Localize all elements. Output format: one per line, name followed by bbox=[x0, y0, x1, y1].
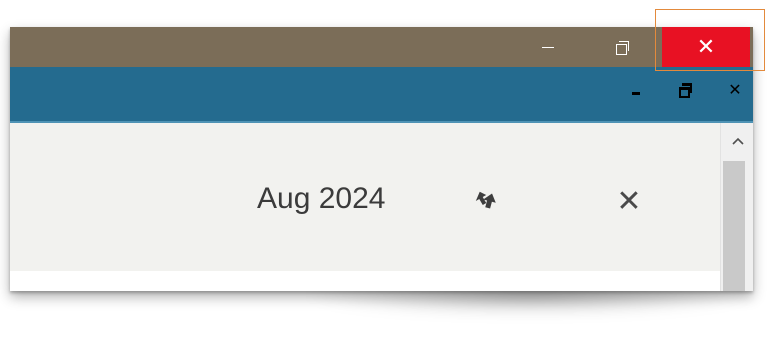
window-restore-button[interactable] bbox=[592, 27, 652, 67]
minimize-icon bbox=[542, 46, 554, 48]
application-window: ✕ ✕ Aug 2024 ✕ bbox=[10, 27, 753, 291]
window-minimize-button[interactable] bbox=[518, 27, 578, 67]
vertical-scrollbar[interactable] bbox=[720, 123, 753, 291]
restore-icon bbox=[615, 40, 629, 55]
scroll-up-button[interactable] bbox=[721, 123, 753, 159]
content-lower-area bbox=[10, 271, 720, 291]
document-minimize-button[interactable] bbox=[624, 79, 648, 99]
document-toolbar: ✕ bbox=[10, 67, 753, 123]
minimize-icon bbox=[632, 91, 640, 95]
document-restore-button[interactable] bbox=[673, 79, 697, 99]
date-label: Aug 2024 bbox=[257, 182, 386, 215]
screenshot-stage: ✕ ✕ Aug 2024 ✕ bbox=[0, 0, 768, 339]
scrollbar-thumb[interactable] bbox=[723, 161, 745, 291]
content-panel: Aug 2024 ✕ bbox=[10, 123, 720, 271]
refresh-arrows-icon[interactable] bbox=[467, 185, 503, 215]
chevron-up-icon bbox=[731, 137, 744, 145]
close-button-highlight bbox=[655, 9, 765, 71]
restore-icon bbox=[679, 83, 692, 98]
os-titlebar: ✕ bbox=[10, 27, 753, 67]
close-icon: ✕ bbox=[728, 79, 742, 99]
document-close-button[interactable]: ✕ bbox=[723, 79, 747, 99]
dismiss-button[interactable]: ✕ bbox=[614, 187, 644, 217]
close-icon: ✕ bbox=[616, 185, 642, 218]
